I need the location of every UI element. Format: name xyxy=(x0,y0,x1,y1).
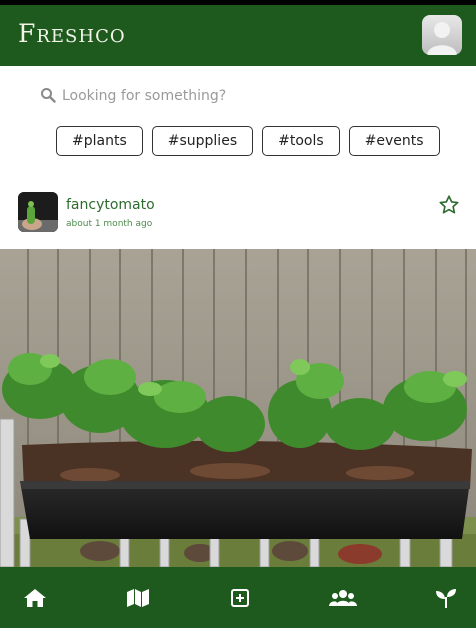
user-avatar-icon xyxy=(427,22,457,55)
search-bar[interactable] xyxy=(40,86,340,106)
home-icon xyxy=(24,589,46,607)
nav-home-button[interactable] xyxy=(22,587,48,609)
tag-events-button[interactable]: #events xyxy=(348,126,440,156)
nav-garden-button[interactable] xyxy=(433,587,459,609)
bottom-navigation xyxy=(0,567,476,628)
author-photo xyxy=(18,192,58,232)
post-author-avatar[interactable] xyxy=(18,192,58,232)
planter-photo xyxy=(0,249,476,567)
nav-add-post-button[interactable] xyxy=(227,587,253,609)
app-logo[interactable]: Freshco xyxy=(18,19,126,48)
nav-community-button[interactable] xyxy=(328,587,358,609)
profile-avatar-button[interactable] xyxy=(422,15,462,55)
search-icon xyxy=(41,88,56,103)
tag-tools-button[interactable]: #tools xyxy=(262,126,340,156)
tag-supplies-button[interactable]: #supplies xyxy=(151,126,254,156)
post-timestamp: about 1 month ago xyxy=(66,219,153,229)
map-icon xyxy=(127,589,149,607)
post-author-username[interactable]: fancytomato xyxy=(66,197,155,213)
post-header: fancytomato about 1 month ago xyxy=(0,188,476,244)
top-app-bar: Freshco xyxy=(0,0,476,66)
post-image[interactable] xyxy=(0,249,476,567)
community-icon xyxy=(329,590,357,606)
star-outline-icon[interactable] xyxy=(438,194,460,216)
search-input[interactable] xyxy=(62,86,322,106)
add-post-icon xyxy=(231,589,249,607)
tag-filter-row: #plants #supplies #tools #events xyxy=(56,126,440,156)
seedling-icon xyxy=(436,589,456,608)
tag-plants-button[interactable]: #plants xyxy=(56,126,143,156)
nav-map-button[interactable] xyxy=(125,587,151,609)
